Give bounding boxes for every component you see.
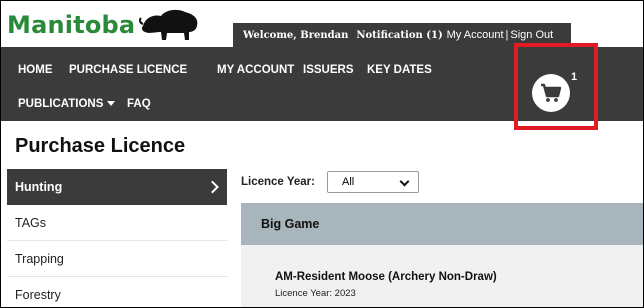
sign-out-link[interactable]: Sign Out: [510, 29, 553, 41]
licence-year-select[interactable]: All: [327, 171, 419, 193]
manitoba-logo[interactable]: Manitoba: [7, 5, 203, 45]
sidebar-item-label: Hunting: [15, 180, 63, 194]
chevron-down-icon: [399, 176, 410, 187]
logo-text: Manitoba: [7, 11, 136, 39]
licence-year: Licence Year: 2023: [275, 288, 356, 299]
my-account-link[interactable]: My Account: [447, 29, 504, 41]
cart-highlight-box: [514, 43, 598, 130]
nav-publications-label: PUBLICATIONS: [18, 98, 104, 110]
sidebar-item-label: Trapping: [15, 251, 64, 266]
licence-name[interactable]: AM-Resident Moose (Archery Non-Draw): [275, 271, 497, 283]
sidebar-item-forestry[interactable]: Forestry: [7, 277, 227, 307]
sidebar-item-tags[interactable]: TAGs: [7, 205, 227, 241]
sidebar-item-hunting[interactable]: Hunting: [7, 169, 227, 205]
page-title: Purchase Licence: [15, 135, 186, 157]
nav-issuers[interactable]: ISSUERS: [303, 64, 354, 76]
sidebar-item-trapping[interactable]: Trapping: [7, 241, 227, 277]
chevron-right-icon: [206, 180, 219, 194]
nav-home[interactable]: HOME: [18, 64, 53, 76]
bison-icon: [139, 9, 198, 40]
sidebar-item-label: Forestry: [15, 287, 61, 302]
welcome-text: Welcome, Brendan: [243, 29, 349, 41]
nav-publications[interactable]: PUBLICATIONS: [18, 98, 119, 110]
licence-year-value: All: [342, 176, 355, 188]
nav-my-account[interactable]: MY ACCOUNT: [217, 64, 294, 76]
category-header[interactable]: Big Game: [241, 203, 643, 245]
nav-faq[interactable]: FAQ: [127, 98, 151, 110]
category-title: Big Game: [261, 217, 320, 231]
separator: |: [505, 29, 509, 41]
licence-list: AM-Resident Moose (Archery Non-Draw) Lic…: [241, 245, 643, 307]
page: Manitoba Welcome, Brendan Notification (…: [0, 0, 644, 308]
nav-purchase-licence[interactable]: PURCHASE LICENCE: [69, 64, 187, 76]
notification-link[interactable]: Notification (1): [356, 30, 442, 41]
nav-key-dates[interactable]: KEY DATES: [367, 64, 432, 76]
chevron-down-icon: [107, 100, 116, 106]
sidebar-item-label: TAGs: [15, 215, 47, 230]
licence-year-label: Licence Year:: [241, 176, 315, 188]
sidebar: Hunting TAGs Trapping Forestry: [7, 169, 227, 307]
